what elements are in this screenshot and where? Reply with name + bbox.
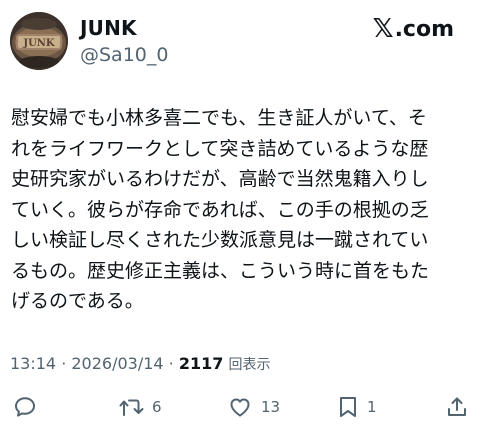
- bookmark-icon: [340, 397, 356, 417]
- post-text-line: げるのである。: [11, 290, 144, 312]
- meta-separator: ·: [163, 354, 179, 373]
- post-text-line: 慰安婦でも小林多喜二でも、生き証人がいて、そ: [11, 107, 427, 129]
- x-logo-icon: 𝕏: [372, 14, 394, 44]
- post-text-line: しい検証し尽くされた少数派意見は一蹴されてい: [11, 229, 429, 251]
- repost-button[interactable]: 6: [118, 392, 162, 422]
- share-icon: [448, 397, 466, 416]
- reply-button[interactable]: [13, 392, 37, 422]
- like-count: 13: [261, 398, 281, 416]
- repost-icon: [119, 399, 144, 416]
- avatar-logo-text: JUNK: [22, 38, 55, 49]
- action-bar: 6 13 1: [0, 392, 480, 422]
- views-label: 回表示: [228, 357, 271, 373]
- display-name[interactable]: JUNK: [80, 16, 137, 40]
- post-time[interactable]: 13:14: [10, 354, 56, 373]
- repost-count: 6: [152, 398, 162, 416]
- meta-separator: ·: [56, 354, 72, 373]
- brand-suffix: .com: [394, 16, 454, 42]
- views-count: 2117: [178, 354, 224, 373]
- bookmark-button[interactable]: 1: [337, 392, 377, 422]
- heart-icon: [230, 398, 250, 417]
- post-text-line: るもの。歴史修正主義は、こういう時に首をもた: [11, 259, 430, 282]
- like-button[interactable]: 13: [227, 392, 280, 422]
- post-text-line: れをライフワークとして突き詰めているような歴: [11, 137, 429, 160]
- post-text: 慰安婦でも小林多喜二でも、生き証人がいて、そ れをライフワークとして突き詰めてい…: [11, 103, 471, 317]
- avatar-image: JUNK: [10, 12, 68, 70]
- post-meta: 13:14 · 2026/03/14 · 2117 回表示: [10, 354, 270, 374]
- user-handle[interactable]: @Sa10_0: [80, 44, 168, 66]
- bookmark-count: 1: [367, 398, 377, 416]
- post-text-line: 史研究家がいるわけだが、高齢で当然鬼籍入りし: [11, 168, 429, 190]
- share-button[interactable]: [445, 392, 469, 422]
- reply-icon: [15, 397, 35, 417]
- post-date[interactable]: 2026/03/14: [71, 354, 163, 373]
- avatar[interactable]: JUNK: [10, 12, 68, 70]
- post-card: JUNK JUNK @Sa10_0 𝕏 .com 慰安婦でも小林多喜二でも、生き…: [0, 0, 480, 431]
- brand-logo: 𝕏 .com: [373, 16, 454, 42]
- post-text-line: ていく。彼らが存命であれば、この手の根拠の乏: [11, 198, 429, 221]
